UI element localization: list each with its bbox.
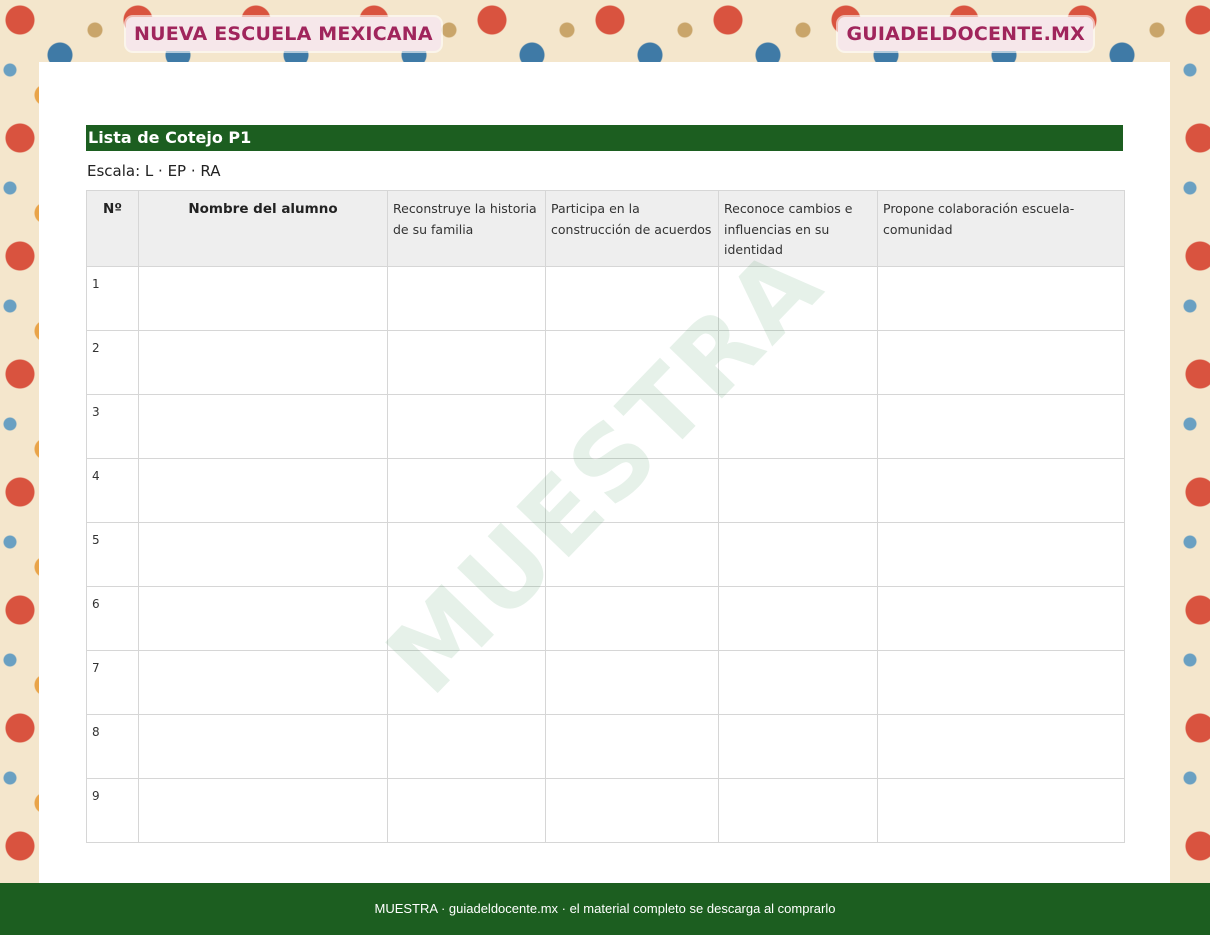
student-name-cell[interactable]: [138, 330, 388, 395]
criterion-1-cell[interactable]: [387, 330, 546, 395]
criterion-4-cell[interactable]: [877, 586, 1125, 651]
criterion-2-cell[interactable]: [545, 714, 719, 779]
brand-badge-right: GUIADELDOCENTE.MX: [838, 17, 1093, 51]
table-row: 1: [86, 266, 1125, 331]
row-number: 2: [86, 330, 139, 395]
criterion-4-cell[interactable]: [877, 458, 1125, 523]
criterion-2-cell[interactable]: [545, 522, 719, 587]
criterion-2-cell[interactable]: [545, 778, 719, 843]
row-number: 4: [86, 458, 139, 523]
row-number: 8: [86, 714, 139, 779]
criterion-4-cell[interactable]: [877, 266, 1125, 331]
criterion-4-cell[interactable]: [877, 714, 1125, 779]
criterion-3-cell[interactable]: [718, 650, 878, 715]
header-student-name: Nombre del alumno: [138, 190, 388, 267]
table-row: 8: [86, 714, 1125, 779]
criterion-3-cell[interactable]: [718, 778, 878, 843]
row-number: 9: [86, 778, 139, 843]
student-name-cell[interactable]: [138, 394, 388, 459]
table-body: 123456789: [86, 266, 1125, 843]
student-name-cell[interactable]: [138, 778, 388, 843]
criterion-1-cell[interactable]: [387, 714, 546, 779]
criterion-1-cell[interactable]: [387, 394, 546, 459]
criterion-3-cell[interactable]: [718, 330, 878, 395]
document-title: Lista de Cotejo P1: [86, 125, 1123, 151]
table-row: 7: [86, 650, 1125, 715]
criterion-3-cell[interactable]: [718, 458, 878, 523]
criterion-1-cell[interactable]: [387, 778, 546, 843]
scale-legend: Escala: L · EP · RA: [87, 162, 221, 180]
student-name-cell[interactable]: [138, 522, 388, 587]
table-row: 2: [86, 330, 1125, 395]
criterion-4-cell[interactable]: [877, 330, 1125, 395]
table-row: 9: [86, 778, 1125, 843]
document-sheet: Lista de Cotejo P1 Escala: L · EP · RA N…: [39, 62, 1170, 883]
header-criterion-3: Reconoce cambios e influencias en su ide…: [718, 190, 878, 267]
student-name-cell[interactable]: [138, 458, 388, 523]
criterion-4-cell[interactable]: [877, 650, 1125, 715]
criterion-1-cell[interactable]: [387, 266, 546, 331]
criterion-2-cell[interactable]: [545, 330, 719, 395]
header-criterion-2: Participa en la construcción de acuerdos: [545, 190, 719, 267]
checklist-table: Nº Nombre del alumno Reconstruye la hist…: [86, 190, 1125, 843]
row-number: 1: [86, 266, 139, 331]
criterion-2-cell[interactable]: [545, 586, 719, 651]
criterion-4-cell[interactable]: [877, 522, 1125, 587]
criterion-3-cell[interactable]: [718, 394, 878, 459]
table-row: 3: [86, 394, 1125, 459]
criterion-2-cell[interactable]: [545, 650, 719, 715]
student-name-cell[interactable]: [138, 714, 388, 779]
student-name-cell[interactable]: [138, 266, 388, 331]
student-name-cell[interactable]: [138, 650, 388, 715]
header-number: Nº: [86, 190, 139, 267]
criterion-1-cell[interactable]: [387, 586, 546, 651]
table-header-row: Nº Nombre del alumno Reconstruye la hist…: [86, 190, 1125, 267]
criterion-1-cell[interactable]: [387, 458, 546, 523]
criterion-3-cell[interactable]: [718, 266, 878, 331]
student-name-cell[interactable]: [138, 586, 388, 651]
criterion-4-cell[interactable]: [877, 778, 1125, 843]
criterion-3-cell[interactable]: [718, 522, 878, 587]
table-row: 6: [86, 586, 1125, 651]
criterion-3-cell[interactable]: [718, 586, 878, 651]
footer-notice: MUESTRA · guiadeldocente.mx · el materia…: [0, 883, 1210, 935]
row-number: 3: [86, 394, 139, 459]
criterion-2-cell[interactable]: [545, 266, 719, 331]
table-row: 5: [86, 522, 1125, 587]
criterion-3-cell[interactable]: [718, 714, 878, 779]
brand-badge-left: NUEVA ESCUELA MEXICANA: [126, 17, 441, 51]
row-number: 7: [86, 650, 139, 715]
header-criterion-1: Reconstruye la historia de su familia: [387, 190, 546, 267]
criterion-4-cell[interactable]: [877, 394, 1125, 459]
header-criterion-4: Propone colaboración escuela-comunidad: [877, 190, 1125, 267]
criterion-1-cell[interactable]: [387, 522, 546, 587]
table-row: 4: [86, 458, 1125, 523]
row-number: 5: [86, 522, 139, 587]
criterion-2-cell[interactable]: [545, 394, 719, 459]
row-number: 6: [86, 586, 139, 651]
criterion-1-cell[interactable]: [387, 650, 546, 715]
criterion-2-cell[interactable]: [545, 458, 719, 523]
